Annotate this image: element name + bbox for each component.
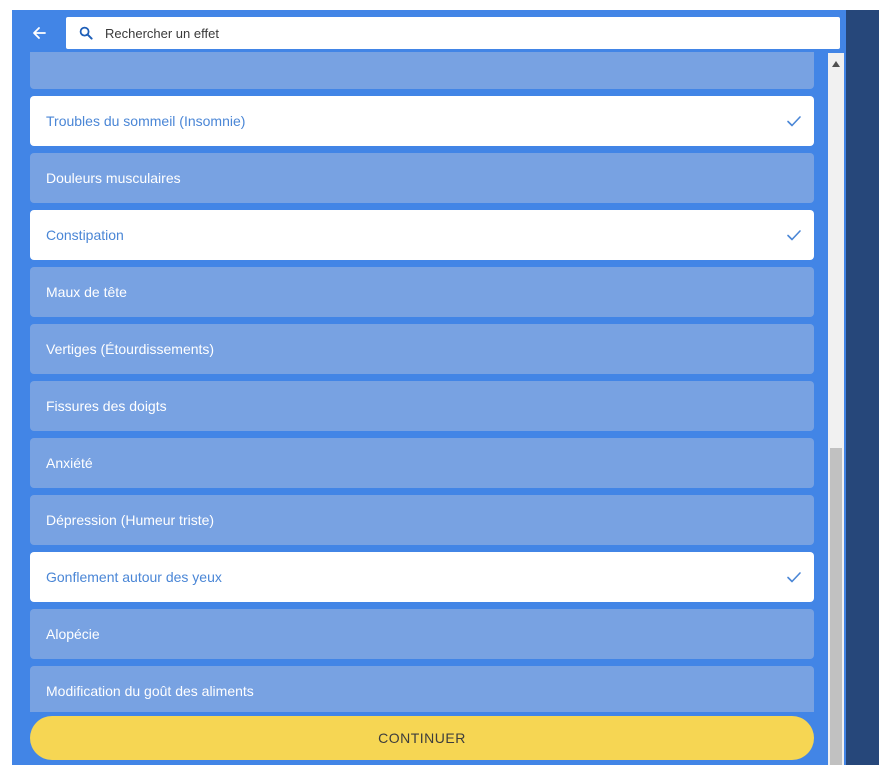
effect-item[interactable]: Douleurs musculaires	[30, 153, 814, 203]
effect-item[interactable]: Troubles du sommeil (Insomnie)	[30, 96, 814, 146]
scrollbar[interactable]	[828, 53, 844, 765]
effect-item[interactable]: Constipation	[30, 210, 814, 260]
scroll-up-arrow-icon[interactable]	[832, 61, 840, 67]
effect-item[interactable]: Dépression (Humeur triste)	[30, 495, 814, 545]
effect-item-label: Modification du goût des aliments	[46, 683, 254, 699]
effect-item-label: Alopécie	[46, 626, 100, 642]
continue-button[interactable]: CONTINUER	[30, 716, 814, 760]
effect-item-label: Dépression (Humeur triste)	[46, 512, 215, 528]
effect-item[interactable]: Alopécie	[30, 609, 814, 659]
checkmark-icon	[787, 116, 801, 127]
background-side-strip	[846, 10, 879, 765]
scrollbar-thumb[interactable]	[830, 448, 842, 765]
app-panel: Troubles du sommeil (Insomnie) Douleurs m…	[12, 10, 846, 765]
search-icon	[79, 26, 93, 40]
effect-item-label: Vertiges (Étourdissements)	[46, 341, 215, 357]
effect-item[interactable]	[30, 52, 814, 89]
effect-item-label: Fissures des doigts	[46, 398, 167, 414]
effect-item-label: Gonflement autour des yeux	[46, 569, 222, 585]
effect-item[interactable]: Fissures des doigts	[30, 381, 814, 431]
effect-item[interactable]: Vertiges (Étourdissements)	[30, 324, 814, 374]
effect-item[interactable]: Anxiété	[30, 438, 814, 488]
effect-item-label: Troubles du sommeil (Insomnie)	[46, 113, 246, 129]
checkmark-icon	[787, 572, 801, 583]
search-input[interactable]	[105, 25, 805, 41]
effect-item-label: Anxiété	[46, 455, 93, 471]
effect-item[interactable]: Maux de tête	[30, 267, 814, 317]
back-button[interactable]	[26, 20, 52, 46]
search-bar[interactable]	[66, 17, 840, 49]
effect-item-label: Constipation	[46, 227, 124, 243]
effects-list: Troubles du sommeil (Insomnie) Douleurs m…	[30, 52, 814, 712]
effect-item[interactable]: Modification du goût des aliments	[30, 666, 814, 712]
arrow-left-icon	[33, 27, 46, 39]
effect-item[interactable]: Gonflement autour des yeux	[30, 552, 814, 602]
effect-item-label: Maux de tête	[46, 284, 127, 300]
checkmark-icon	[787, 230, 801, 241]
effect-item-label: Douleurs musculaires	[46, 170, 181, 186]
